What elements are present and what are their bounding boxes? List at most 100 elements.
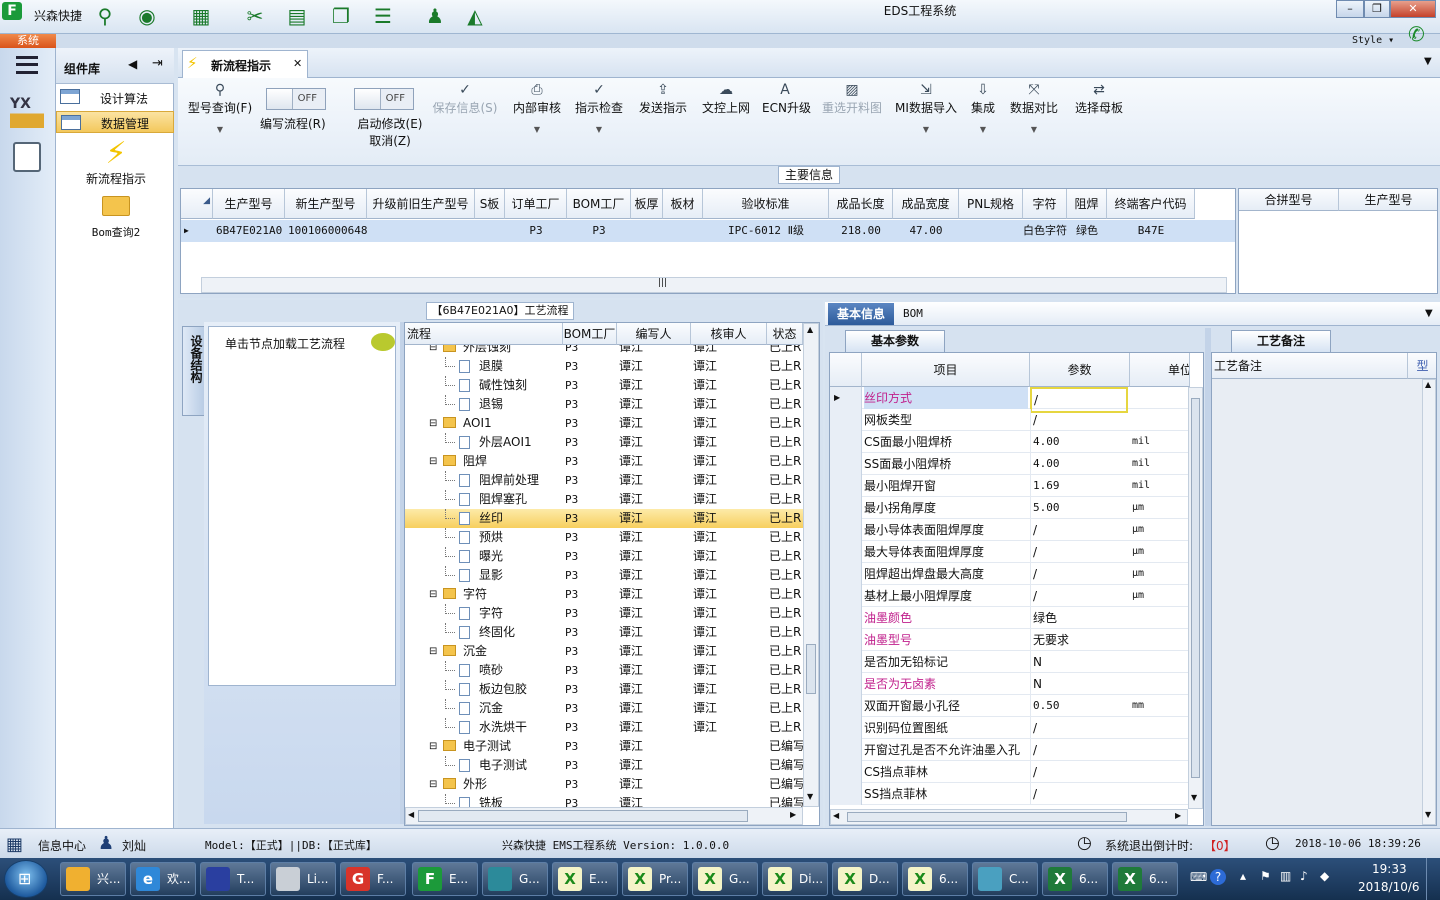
table-cell[interactable]: IPC-6012 Ⅱ级 — [703, 220, 829, 242]
tree-row[interactable]: 水洗烘干 P3 谭江 谭江 已上R — [405, 718, 803, 737]
param-row[interactable]: SS面最小阻焊桥 4.00 mil — [830, 453, 1188, 475]
tree-row[interactable]: 曝光 P3 谭江 谭江 已上R — [405, 547, 803, 566]
column-header[interactable]: 合拼型号 — [1239, 189, 1339, 211]
tree-row[interactable]: 预烘 P3 谭江 谭江 已上R — [405, 528, 803, 547]
param-value[interactable]: / — [1030, 783, 1128, 805]
toggle-switch-0[interactable]: OFF — [266, 88, 326, 110]
tab-bom[interactable]: BOM — [897, 303, 957, 325]
taskbar-item[interactable]: Li... — [270, 862, 336, 896]
phone-icon[interactable]: ✆ — [1408, 22, 1425, 46]
param-value[interactable]: 无要求 — [1030, 629, 1128, 651]
ribbon-button-5[interactable]: ☁ 文控上网 — [700, 82, 752, 116]
param-value[interactable]: 1.69 — [1030, 475, 1128, 497]
tree-row[interactable]: 终固化 P3 谭江 谭江 已上R — [405, 623, 803, 642]
tree-row[interactable]: ⊟ 沉金 P3 谭江 谭江 已上R — [405, 642, 803, 661]
tree-row[interactable]: 退锡 P3 谭江 谭江 已上R — [405, 395, 803, 414]
column-header[interactable]: 升级前旧生产型号 — [367, 189, 475, 219]
param-row[interactable]: 是否为无卤素 N — [830, 673, 1188, 695]
tree-row[interactable]: 铣板 P3 谭江 已编写 — [405, 794, 803, 807]
user-icon[interactable]: ♟ — [422, 3, 448, 29]
chevron-down-icon[interactable]: ▼ — [510, 122, 564, 138]
ribbon-button-4[interactable]: ⇪ 发送指示 — [636, 82, 690, 116]
tool-new-flow[interactable]: ⚡ 新流程指示 — [66, 138, 166, 188]
tree-row[interactable]: 沉金 P3 谭江 谭江 已上R — [405, 699, 803, 718]
param-value[interactable]: / — [1030, 519, 1128, 541]
table-cell[interactable]: P3 — [505, 220, 567, 242]
ribbon-button-0[interactable]: ⚲ 型号查询(F) ▼ — [182, 82, 258, 138]
table-cell[interactable]: B47E — [1107, 220, 1195, 242]
taskbar-item[interactable]: X 6... — [1042, 862, 1108, 896]
close-tab-icon[interactable]: ✕ — [293, 57, 302, 70]
tree-row[interactable]: 外层AOI1 P3 谭江 谭江 已上R — [405, 433, 803, 452]
grid-icon[interactable]: ▦ — [188, 3, 214, 29]
collapse-node-icon[interactable]: ⊟ — [429, 414, 437, 433]
param-value[interactable]: 0.50 — [1030, 695, 1128, 717]
column-header[interactable]: 板厚 — [631, 189, 663, 219]
param-row[interactable]: 是否加无铅标记 N — [830, 651, 1188, 673]
taskbar-item[interactable]: X 6... — [1112, 862, 1178, 896]
tray-date[interactable]: 2018/10/6 — [1358, 880, 1420, 894]
system-menu-button[interactable]: 系统 — [0, 34, 56, 48]
taskbar-item[interactable]: e 欢... — [130, 862, 196, 896]
collapse-node-icon[interactable]: ⊟ — [429, 737, 437, 756]
param-value[interactable]: / — [1030, 563, 1128, 585]
list-icon[interactable]: ☰ — [370, 3, 396, 29]
column-header[interactable]: 阻焊 — [1067, 189, 1107, 219]
table-cell[interactable]: 10010600064897 — [285, 220, 367, 242]
param-row[interactable]: 油墨颜色 绿色 — [830, 607, 1188, 629]
table-cell[interactable] — [663, 220, 703, 242]
ribbon-button-6[interactable]: A ECN升级 — [762, 82, 811, 116]
param-value[interactable]: 4.00 — [1030, 453, 1128, 475]
tree-row[interactable]: ⊟ 外层蚀刻 P3 谭江 谭江 已上R — [405, 345, 803, 357]
collapse-left-icon[interactable]: ◀ — [128, 57, 137, 71]
table-row[interactable]: ▶ 6B47E021A010010600064897 P3P3 IPC-6012 Ⅱ级… — [181, 220, 1235, 242]
taskbar-item[interactable]: X 6... — [902, 862, 968, 896]
toggle-switch-1[interactable]: OFF — [354, 88, 414, 110]
horizontal-scrollbar[interactable]: ◀ ▶ — [830, 809, 1188, 825]
tree-row[interactable]: 字符 P3 谭江 谭江 已上R — [405, 604, 803, 623]
param-row[interactable]: CS挡点菲林 / — [830, 761, 1188, 783]
horizontal-scrollbar[interactable]: ◀ ▶ — [405, 807, 803, 825]
security-icon[interactable]: ◆ — [1320, 869, 1329, 883]
table-cell[interactable] — [367, 220, 475, 242]
tree-row[interactable]: 碱性蚀刻 P3 谭江 谭江 已上R — [405, 376, 803, 395]
chevron-down-icon[interactable]: ▼ — [182, 122, 258, 138]
film-icon[interactable]: ▤ — [284, 3, 310, 29]
param-value[interactable]: / — [1030, 409, 1128, 431]
param-row[interactable]: 最大导体表面阻焊厚度 / μm — [830, 541, 1188, 563]
collapse-node-icon[interactable]: ⊟ — [429, 585, 437, 604]
param-value[interactable]: N — [1030, 673, 1128, 695]
collapse-node-icon[interactable]: ⊟ — [429, 642, 437, 661]
param-value[interactable]: 4.00 — [1030, 431, 1128, 453]
tree-row[interactable]: 喷砂 P3 谭江 谭江 已上R — [405, 661, 803, 680]
param-value[interactable]: / — [1030, 585, 1128, 607]
taskbar-item[interactable]: X G... — [692, 862, 758, 896]
network-icon[interactable]: ▥ — [1280, 869, 1291, 883]
taskbar-item[interactable]: C... — [972, 862, 1038, 896]
column-header[interactable]: S板 — [475, 189, 505, 219]
tree-row[interactable]: 显影 P3 谭江 谭江 已上R — [405, 566, 803, 585]
column-header[interactable]: 生产型号 — [213, 189, 285, 219]
yx-module-icon[interactable]: YX — [10, 96, 44, 128]
tab-new-flow[interactable]: ⚡ 新流程指示 ✕ — [182, 50, 308, 78]
tab-list-icon[interactable]: ▼ — [1424, 56, 1432, 67]
help-icon[interactable]: ? — [1210, 869, 1226, 885]
horizontal-scrollbar[interactable]: ||| — [201, 277, 1227, 293]
table-cell[interactable] — [475, 220, 505, 242]
keyboard-icon[interactable]: ⌨ — [1190, 870, 1207, 884]
chart-icon[interactable]: ◭ — [462, 3, 488, 29]
taskbar-item[interactable]: X E... — [552, 862, 618, 896]
close-button[interactable]: ✕ — [1390, 0, 1436, 18]
param-row[interactable]: 网板类型 / — [830, 409, 1188, 431]
tree-row[interactable]: ⊟ 外形 P3 谭江 已编写 — [405, 775, 803, 794]
column-header[interactable]: 流程 — [405, 323, 563, 345]
ribbon-button-2[interactable]: ⎙ 内部审核 ▼ — [510, 82, 564, 138]
column-header[interactable]: 成品宽度 — [893, 189, 959, 219]
column-header[interactable]: 验收标准 — [703, 189, 829, 219]
minimize-button[interactable]: – — [1336, 0, 1364, 18]
param-row[interactable]: 基材上最小阻焊厚度 / μm — [830, 585, 1188, 607]
param-row[interactable]: 开窗过孔是否不允许油墨入孔 / — [830, 739, 1188, 761]
tree-row[interactable]: 电子测试 P3 谭江 已编写 — [405, 756, 803, 775]
maximize-button[interactable]: ❐ — [1364, 0, 1390, 18]
table-cell[interactable]: 47.00 — [893, 220, 959, 242]
